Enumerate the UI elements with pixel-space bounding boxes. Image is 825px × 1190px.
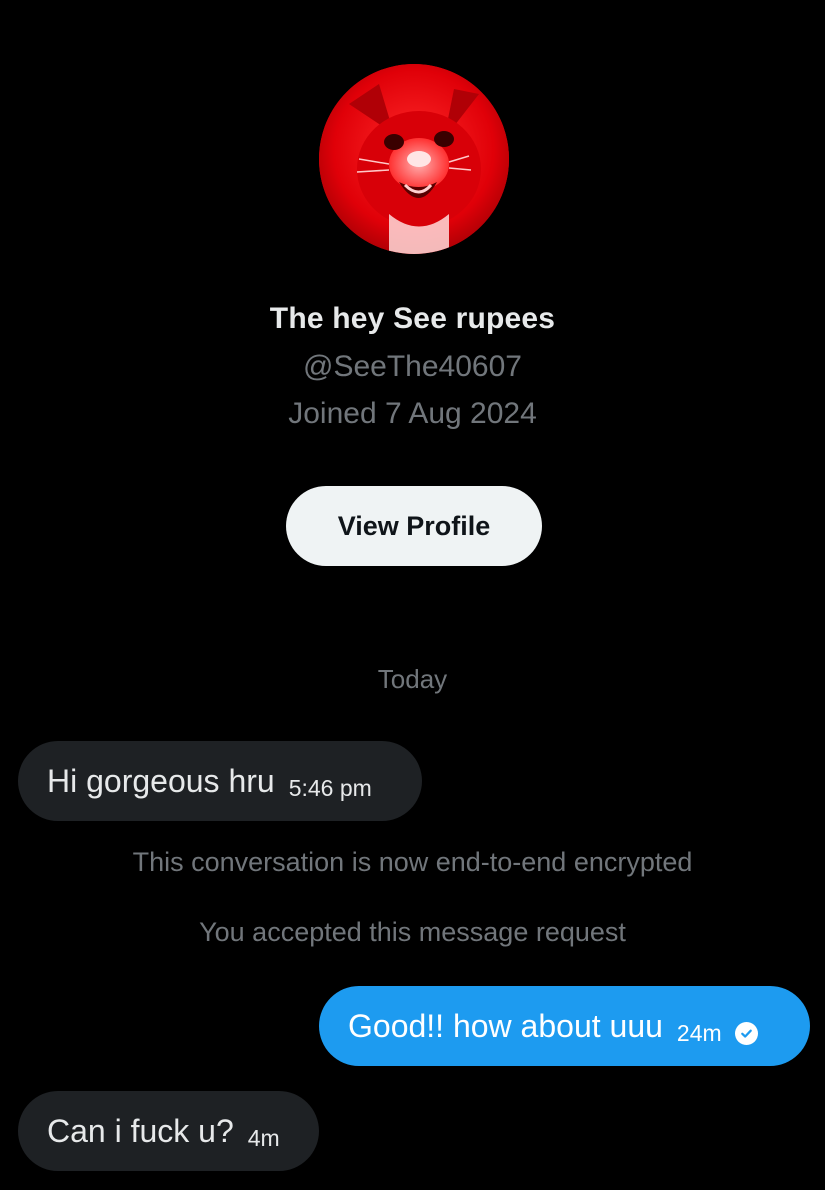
incoming-message[interactable]: Can i fuck u? 4m [18, 1091, 319, 1171]
outgoing-message[interactable]: Good!! how about uuu 24m [319, 986, 810, 1066]
red-cat-avatar-icon [319, 64, 509, 254]
message-text: Can i fuck u? [47, 1112, 234, 1149]
avatar[interactable] [319, 64, 509, 254]
incoming-message[interactable]: Hi gorgeous hru 5:46 pm [18, 741, 422, 821]
message-time: 4m [247, 1124, 280, 1151]
user-handle: @SeeThe40607 [303, 350, 522, 383]
message-time: 24m [676, 1019, 722, 1046]
message-time: 5:46 pm [288, 774, 372, 801]
date-separator: Today [377, 664, 448, 694]
encryption-notice: This conversation is now end-to-end encr… [132, 847, 693, 877]
request-accepted-notice: You accepted this message request [199, 917, 626, 947]
check-circle-icon [734, 1021, 758, 1045]
display-name: The hey See rupees [269, 302, 556, 335]
message-text: Hi gorgeous hru [47, 762, 275, 799]
joined-date: Joined 7 Aug 2024 [288, 397, 537, 430]
message-text: Good!! how about uuu [348, 1007, 663, 1044]
view-profile-button[interactable]: View Profile [286, 486, 542, 566]
